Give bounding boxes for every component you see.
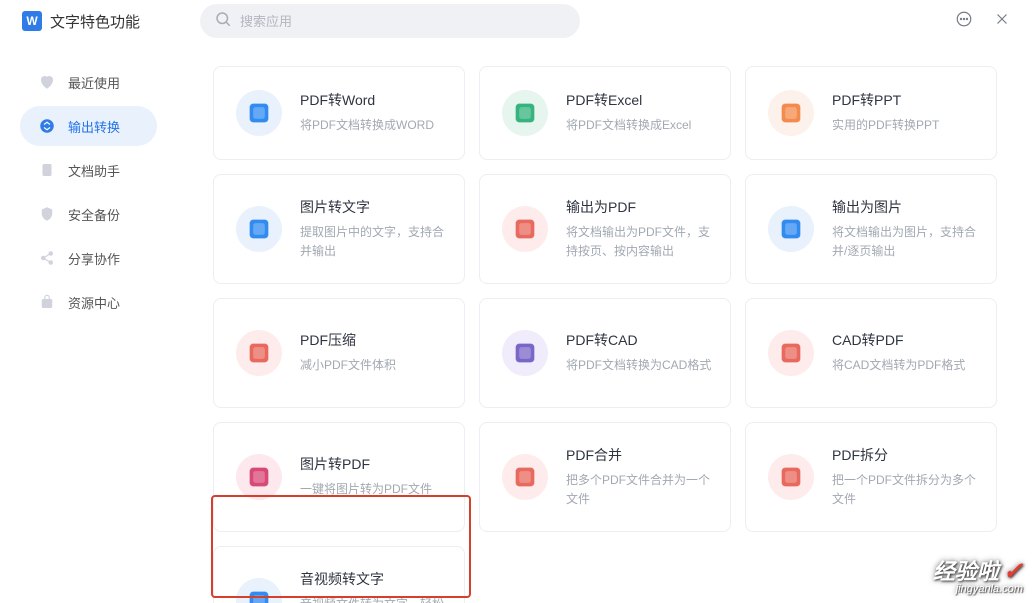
sidebar-item-security[interactable]: 安全备份	[20, 194, 157, 234]
feature-icon	[502, 206, 548, 252]
feature-desc: 将CAD文档转为PDF格式	[832, 356, 978, 375]
feature-desc: 音视频文件转为文字，轻松处理会议录音	[300, 595, 446, 603]
feature-card[interactable]: CAD转PDF 将CAD文档转为PDF格式	[745, 298, 997, 408]
close-icon[interactable]	[993, 10, 1011, 33]
search-icon	[214, 10, 232, 33]
feature-desc: 将PDF文档转换成Excel	[566, 116, 712, 135]
watermark: 经验啦✓ jingyanla.com	[933, 554, 1023, 595]
feature-card[interactable]: PDF压缩 减小PDF文件体积	[213, 298, 465, 408]
sidebar-item-label: 分享协作	[68, 249, 120, 268]
feature-desc: 实用的PDF转换PPT	[832, 116, 978, 135]
feature-card[interactable]: PDF转Word 将PDF文档转换成WORD	[213, 66, 465, 160]
feature-card[interactable]: 图片转PDF 一键将图片转为PDF文件	[213, 422, 465, 532]
feature-icon	[768, 90, 814, 136]
feature-title: PDF拆分	[832, 445, 978, 465]
feature-card[interactable]: PDF拆分 把一个PDF文件拆分为多个文件	[745, 422, 997, 532]
feature-desc: 把多个PDF文件合并为一个文件	[566, 471, 712, 509]
feature-icon	[236, 90, 282, 136]
feature-title: PDF转Word	[300, 90, 446, 110]
sidebar-item-label: 最近使用	[68, 73, 120, 92]
doc-helper-icon	[38, 161, 56, 179]
feature-desc: 将文档输出为图片，支持合并/逐页输出	[832, 223, 978, 261]
feature-icon	[236, 330, 282, 376]
feature-title: CAD转PDF	[832, 330, 978, 350]
feature-title: 图片转文字	[300, 197, 446, 217]
app-logo-icon: W	[22, 11, 42, 31]
sidebar-item-recent[interactable]: 最近使用	[20, 62, 157, 102]
feature-icon	[236, 454, 282, 500]
card-grid: PDF转Word 将PDF文档转换成WORD PDF转Excel 将PDF文档转…	[177, 42, 1033, 603]
feature-desc: 将PDF文档转换成WORD	[300, 116, 446, 135]
sidebar-item-label: 文档助手	[68, 161, 120, 180]
feature-card[interactable]: 图片转文字 提取图片中的文字，支持合并输出	[213, 174, 465, 284]
shield-icon	[38, 205, 56, 223]
chat-icon[interactable]	[955, 10, 973, 33]
feature-card[interactable]: 输出为PDF 将文档输出为PDF文件，支持按页、按内容输出	[479, 174, 731, 284]
share-icon	[38, 249, 56, 267]
feature-title: PDF合并	[566, 445, 712, 465]
feature-card[interactable]: PDF转CAD 将PDF文档转换为CAD格式	[479, 298, 731, 408]
heart-icon	[38, 73, 56, 91]
feature-desc: 将文档输出为PDF文件，支持按页、按内容输出	[566, 223, 712, 261]
sidebar-item-label: 资源中心	[68, 293, 120, 312]
bag-icon	[38, 293, 56, 311]
search-input[interactable]	[240, 14, 566, 29]
sidebar: 最近使用 输出转换 文档助手 安全备份 分享协作 资源中心	[0, 42, 177, 603]
feature-card[interactable]: PDF合并 把多个PDF文件合并为一个文件	[479, 422, 731, 532]
feature-icon	[502, 330, 548, 376]
sidebar-item-share[interactable]: 分享协作	[20, 238, 157, 278]
feature-card[interactable]: 音视频转文字 音视频文件转为文字，轻松处理会议录音	[213, 546, 465, 603]
sidebar-item-label: 安全备份	[68, 205, 120, 224]
feature-desc: 一键将图片转为PDF文件	[300, 480, 446, 499]
feature-desc: 把一个PDF文件拆分为多个文件	[832, 471, 978, 509]
feature-title: 音视频转文字	[300, 569, 446, 589]
feature-title: PDF转Excel	[566, 90, 712, 110]
sidebar-item-convert[interactable]: 输出转换	[20, 106, 157, 146]
feature-desc: 减小PDF文件体积	[300, 356, 446, 375]
feature-icon	[236, 206, 282, 252]
app-title: 文字特色功能	[50, 11, 140, 32]
feature-card[interactable]: PDF转PPT 实用的PDF转换PPT	[745, 66, 997, 160]
feature-title: 输出为图片	[832, 197, 978, 217]
feature-icon	[502, 454, 548, 500]
feature-card[interactable]: PDF转Excel 将PDF文档转换成Excel	[479, 66, 731, 160]
feature-icon	[768, 454, 814, 500]
sidebar-item-helper[interactable]: 文档助手	[20, 150, 157, 190]
convert-icon	[38, 117, 56, 135]
feature-title: 输出为PDF	[566, 197, 712, 217]
feature-title: 图片转PDF	[300, 454, 446, 474]
search-box[interactable]	[200, 4, 580, 38]
sidebar-item-resources[interactable]: 资源中心	[20, 282, 157, 322]
feature-title: PDF压缩	[300, 330, 446, 350]
feature-title: PDF转CAD	[566, 330, 712, 350]
feature-icon	[768, 206, 814, 252]
feature-icon	[768, 330, 814, 376]
feature-title: PDF转PPT	[832, 90, 978, 110]
feature-card[interactable]: 输出为图片 将文档输出为图片，支持合并/逐页输出	[745, 174, 997, 284]
feature-icon	[502, 90, 548, 136]
feature-desc: 将PDF文档转换为CAD格式	[566, 356, 712, 375]
sidebar-item-label: 输出转换	[68, 117, 120, 136]
header: W 文字特色功能	[0, 0, 1033, 42]
feature-desc: 提取图片中的文字，支持合并输出	[300, 223, 446, 261]
feature-icon	[236, 578, 282, 603]
